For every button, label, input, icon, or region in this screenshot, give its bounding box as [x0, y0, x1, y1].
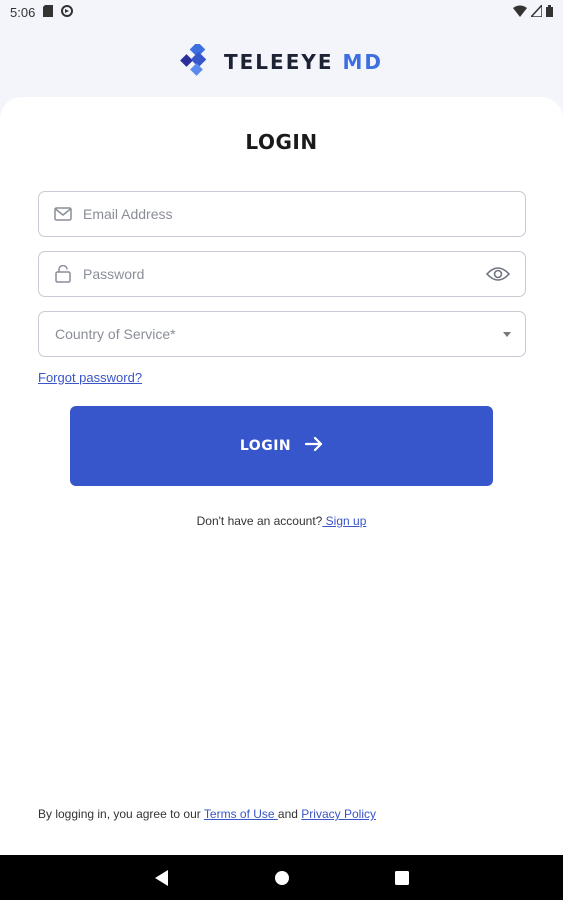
agree-text: By logging in, you agree to our: [38, 807, 201, 821]
brand-name-main: TELEEYE: [223, 50, 334, 74]
logo-icon: [180, 41, 214, 81]
status-time: 5:06: [10, 4, 36, 20]
signup-row: Don't have an account? Sign up: [0, 514, 563, 528]
lock-icon: [53, 264, 73, 284]
battery-icon: [546, 4, 553, 20]
page-title: LOGIN: [245, 130, 318, 154]
navigation-bar: [0, 855, 563, 900]
sd-card-icon: [43, 4, 54, 20]
country-placeholder: Country of Service*: [55, 326, 176, 342]
brand-name-accent: MD: [342, 50, 383, 74]
email-field[interactable]: Email Address: [38, 191, 526, 237]
login-button[interactable]: LOGIN: [70, 406, 493, 486]
home-icon[interactable]: [272, 868, 292, 888]
login-button-label: LOGIN: [239, 438, 292, 454]
password-field[interactable]: Password: [38, 251, 526, 297]
mail-icon: [53, 204, 73, 224]
terms-row: By logging in, you agree to our Terms of…: [38, 807, 376, 821]
forgot-password-link[interactable]: Forgot password?: [38, 370, 142, 385]
sync-icon: [61, 4, 74, 20]
wifi-icon: [513, 5, 527, 20]
recents-icon[interactable]: [392, 868, 412, 888]
signal-icon: [529, 2, 543, 20]
terms-link[interactable]: Terms of Use: [204, 807, 278, 821]
email-placeholder: Email Address: [83, 206, 173, 222]
status-bar: 5:06: [0, 0, 563, 24]
sign-up-link[interactable]: Sign up: [322, 514, 367, 528]
back-icon[interactable]: [152, 868, 172, 888]
country-select[interactable]: Country of Service*: [38, 311, 526, 357]
no-account-text: Don't have an account?: [196, 514, 323, 528]
app-header: TELEEYE MD: [0, 24, 563, 100]
chevron-down-icon: [503, 331, 511, 337]
eye-icon[interactable]: [485, 261, 511, 287]
privacy-link[interactable]: Privacy Policy: [301, 807, 376, 821]
arrow-right-icon: [305, 436, 323, 456]
password-placeholder: Password: [83, 266, 145, 282]
status-right: [513, 2, 553, 20]
status-left: 5:06: [10, 4, 74, 20]
brand-name: TELEEYE MD: [224, 50, 383, 74]
and-text: and: [277, 807, 298, 821]
